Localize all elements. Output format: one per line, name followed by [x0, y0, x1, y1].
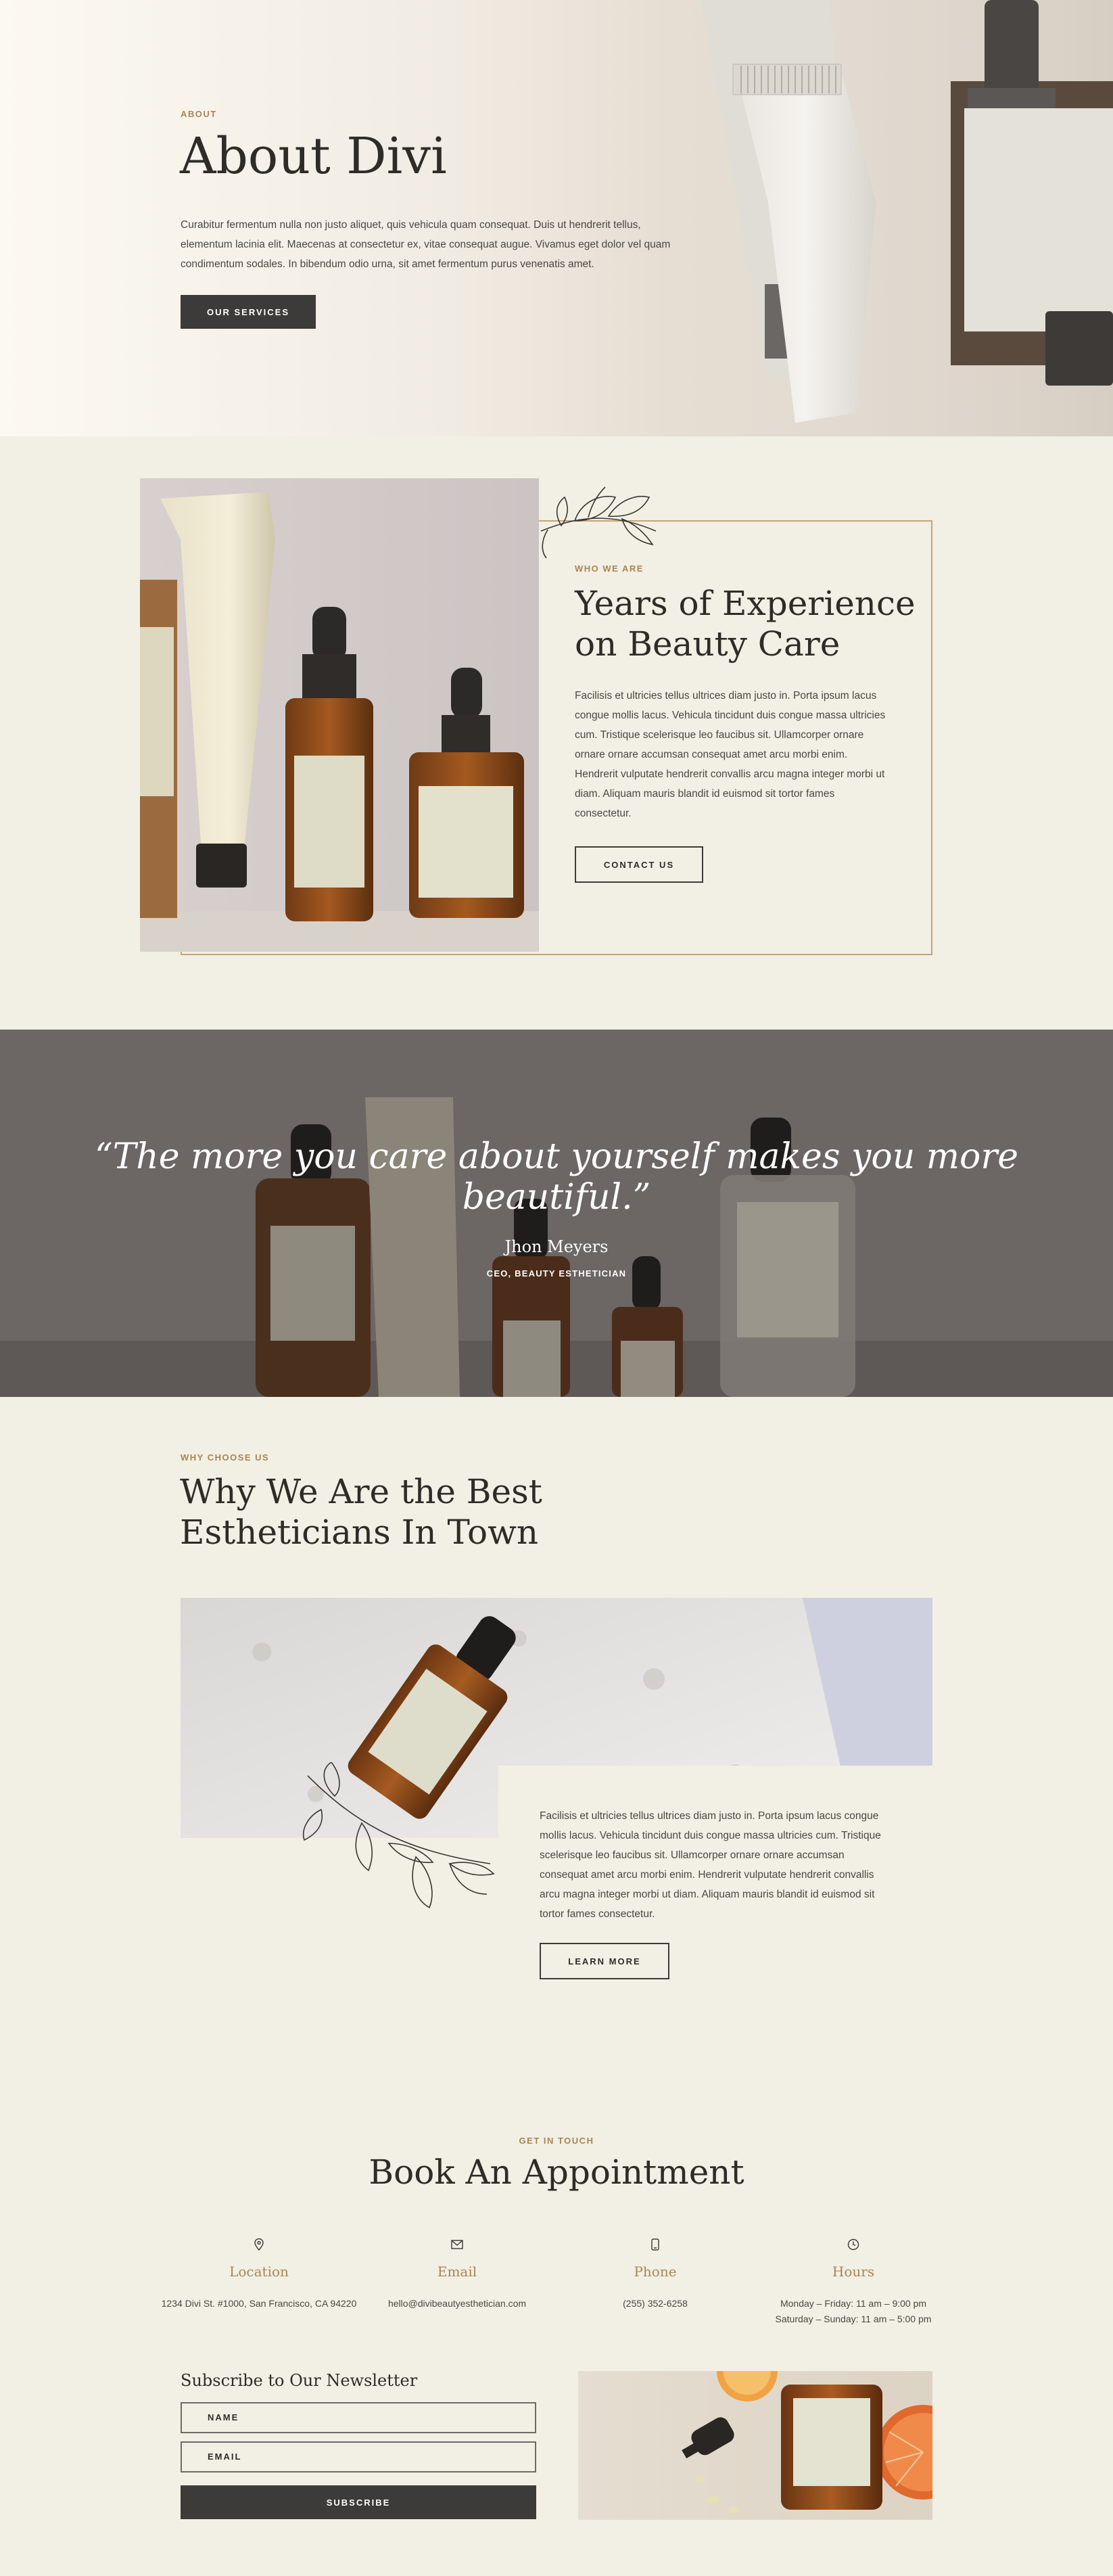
why-description: Facilisis et ultricies tellus ultrices d…: [540, 1810, 881, 1920]
hero-section: ABOUT About Divi Curabitur fermentum nul…: [0, 0, 1113, 436]
get-in-touch-eyebrow: GET IN TOUCH: [519, 2136, 594, 2146]
phone-value[interactable]: (255) 352-6258: [557, 2296, 753, 2312]
location-info: Location 1234 Divi St. #1000, San Franci…: [161, 2236, 357, 2312]
learn-more-button[interactable]: LEARN MORE: [540, 1943, 669, 1979]
testimonial-role: CEO, BEAUTY ESTHETICIAN: [486, 1268, 627, 1279]
subscribe-button[interactable]: SUBSCRIBE: [181, 2485, 536, 2519]
email-field[interactable]: EMAIL: [181, 2441, 536, 2472]
phone-info: Phone (255) 352-6258: [557, 2236, 753, 2312]
name-field[interactable]: NAME: [181, 2402, 536, 2433]
botanical-leaf-illustration: [303, 1762, 495, 1909]
envelope-icon: [359, 2236, 555, 2253]
who-we-are-eyebrow: WHO WE ARE: [575, 564, 644, 574]
hero-description: Curabitur fermentum nulla non justo aliq…: [181, 219, 671, 270]
testimonial-quote: “The more you care about yourself makes …: [95, 1136, 1018, 1218]
appointment-heading: Book An Appointment: [369, 2153, 744, 2192]
serum-bottles-image: [140, 478, 539, 952]
hours-value: Monday – Friday: 11 am – 9:00 pm Saturda…: [755, 2296, 951, 2327]
why-choose-us-section: WHY CHOOSE US Why We Are the Best Esthet…: [0, 1397, 1113, 2073]
our-services-button[interactable]: OUR SERVICES: [181, 295, 316, 329]
name-placeholder: NAME: [208, 2412, 239, 2422]
email-value[interactable]: hello@divibeautyesthetician.com: [359, 2296, 555, 2312]
testimonial-section: “The more you care about yourself makes …: [0, 1030, 1113, 1397]
hours-weekday: Monday – Friday: 11 am – 9:00 pm: [780, 2298, 927, 2309]
testimonial-author: Jhon Meyers: [504, 1237, 609, 1256]
email-label: Email: [437, 2263, 477, 2280]
serum-with-citrus-image: [578, 2371, 932, 2520]
clock-icon: [755, 2236, 951, 2253]
why-heading: Why We Are the Best Estheticians In Town: [180, 1472, 542, 1552]
hours-label: Hours: [832, 2263, 875, 2280]
contact-us-button[interactable]: CONTACT US: [575, 846, 703, 883]
appointment-section: GET IN TOUCH Book An Appointment Locatio…: [0, 2073, 1113, 2576]
phone-icon: [557, 2236, 753, 2253]
phone-label: Phone: [634, 2263, 677, 2280]
experience-section: WHO WE ARE Years of Experience on Beauty…: [0, 436, 1113, 1030]
experience-heading: Years of Experience on Beauty Care: [575, 584, 916, 664]
email-placeholder: EMAIL: [208, 2452, 242, 2462]
hours-weekend: Saturday – Sunday: 11 am – 5:00 pm: [775, 2314, 932, 2324]
location-value: 1234 Divi St. #1000, San Francisco, CA 9…: [161, 2298, 357, 2309]
botanical-leaf-illustration: [540, 486, 657, 559]
newsletter-heading: Subscribe to Our Newsletter: [181, 2371, 418, 2390]
hero-product-image: [694, 0, 1113, 436]
location-label: Location: [229, 2263, 289, 2280]
email-info: Email hello@divibeautyesthetician.com: [359, 2236, 555, 2312]
page-title: About Divi: [180, 127, 447, 185]
why-choose-us-eyebrow: WHY CHOOSE US: [181, 1452, 270, 1463]
map-pin-icon: [161, 2236, 357, 2253]
hours-info: Hours Monday – Friday: 11 am – 9:00 pm S…: [755, 2236, 951, 2327]
experience-description: Facilisis et ultricies tellus ultrices d…: [575, 690, 886, 819]
hero-eyebrow: ABOUT: [181, 109, 217, 119]
